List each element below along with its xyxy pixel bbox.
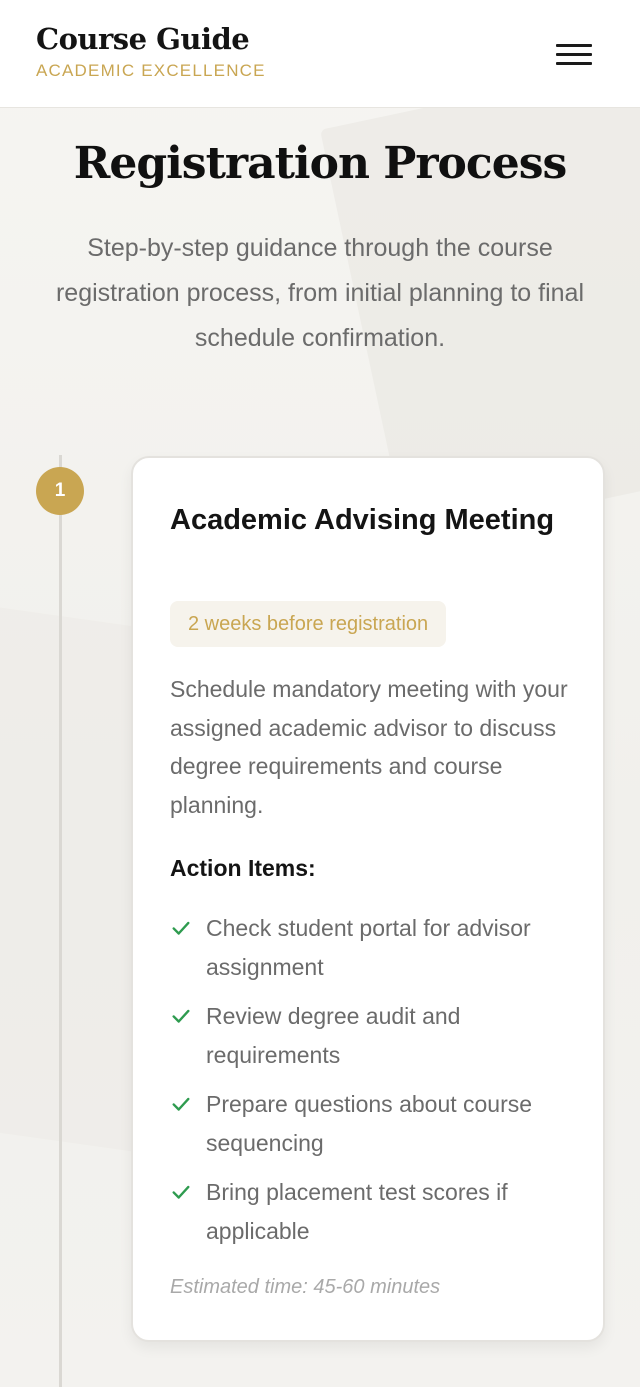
action-items-list: Check student portal for advisor assignm…	[170, 909, 590, 1261]
hamburger-menu-icon[interactable]	[552, 40, 596, 70]
page-title: Registration Process	[73, 138, 567, 189]
timeline-line	[59, 455, 62, 1387]
action-item-text: Bring placement test scores if applicabl…	[206, 1179, 508, 1244]
step-number-badge: 1	[36, 467, 84, 515]
page-intro: Step-by-step guidance through the course…	[55, 234, 585, 352]
timing-badge: 2 weeks before registration	[170, 601, 447, 647]
menu-bar	[556, 44, 592, 47]
action-item: Prepare questions about course sequencin…	[170, 1085, 590, 1162]
action-item-text: Review degree audit and requirements	[206, 1003, 461, 1068]
step-description: Schedule mandatory meeting with your ass…	[170, 676, 568, 818]
check-icon	[172, 1097, 190, 1111]
step-card: Academic Advising Meeting 2 weeks before…	[131, 456, 605, 1342]
action-item-text: Prepare questions about course sequencin…	[206, 1091, 533, 1156]
check-icon	[172, 921, 190, 935]
check-icon	[172, 1185, 190, 1199]
menu-bar	[556, 62, 592, 65]
action-item: Bring placement test scores if applicabl…	[170, 1173, 590, 1250]
menu-bar	[556, 53, 592, 56]
brand-title[interactable]: Course Guide	[36, 22, 250, 56]
brand-subtitle: ACADEMIC EXCELLENCE	[36, 61, 266, 80]
page: Course Guide ACADEMIC EXCELLENCE Registr…	[0, 0, 640, 1387]
action-item: Review degree audit and requirements	[170, 997, 590, 1074]
check-icon	[172, 1009, 190, 1023]
step-title: Academic Advising Meeting	[170, 504, 555, 536]
site-header: Course Guide ACADEMIC EXCELLENCE	[0, 0, 640, 108]
estimated-time: Estimated time: 45-60 minutes	[170, 1276, 441, 1298]
action-item-text: Check student portal for advisor assignm…	[206, 915, 531, 980]
action-items-heading: Action Items:	[170, 855, 316, 881]
action-item: Check student portal for advisor assignm…	[170, 909, 590, 986]
